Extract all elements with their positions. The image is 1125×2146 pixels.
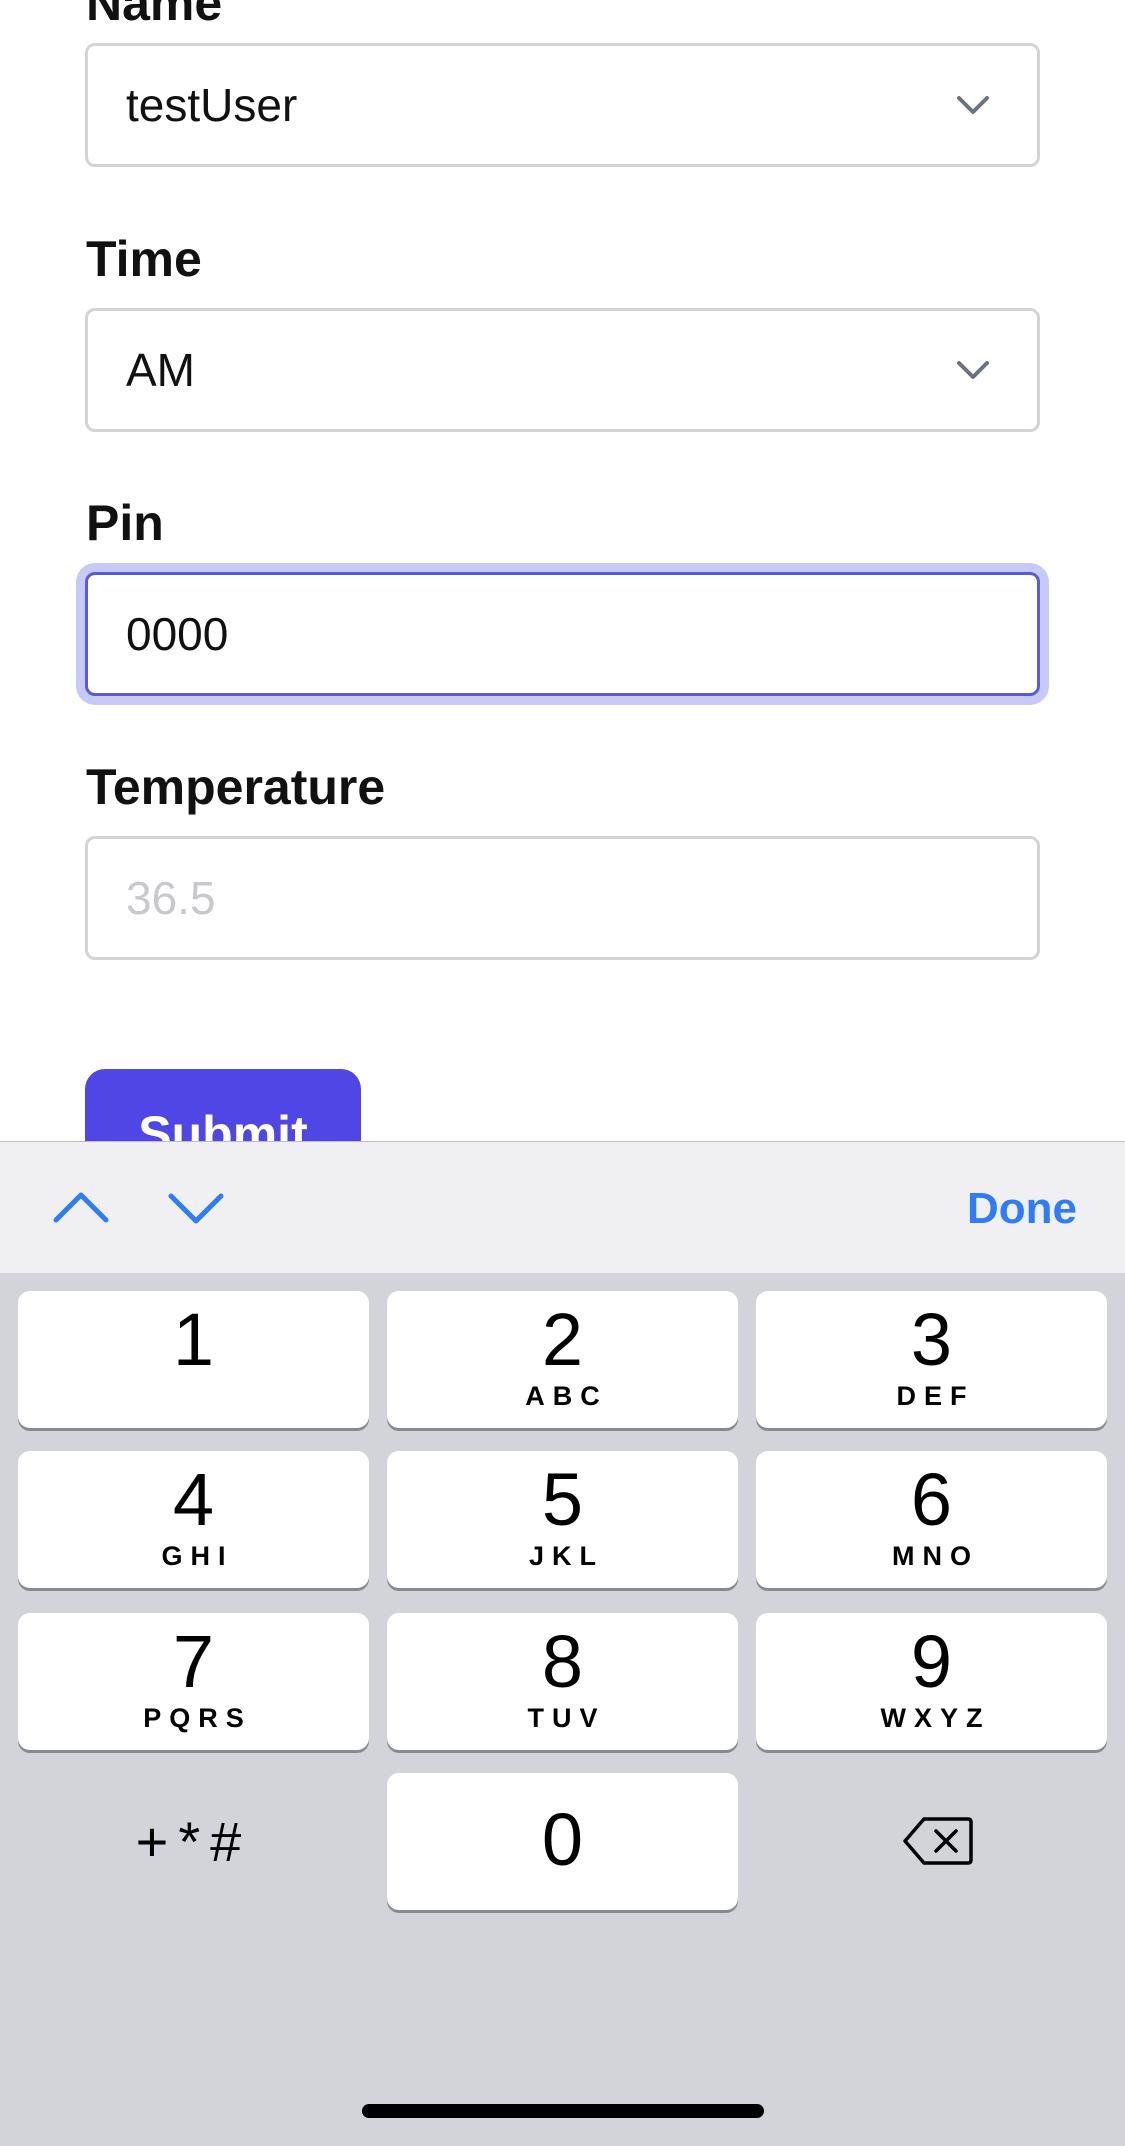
pin-input[interactable]: 0000 <box>85 572 1040 696</box>
time-select[interactable]: AM <box>85 308 1040 432</box>
home-indicator <box>362 2104 764 2118</box>
chevron-down-icon[interactable] <box>161 1172 231 1242</box>
key-digit: 8 <box>541 1620 584 1703</box>
key-3[interactable]: 3 DEF <box>756 1291 1107 1428</box>
key-1[interactable]: 1 <box>18 1291 369 1428</box>
key-letters: MNO <box>892 1541 979 1571</box>
pin-input-value: 0000 <box>126 608 229 660</box>
delete-key[interactable] <box>756 1773 1107 1910</box>
key-9[interactable]: 9 WXYZ <box>756 1613 1107 1750</box>
key-digit: 2 <box>541 1298 584 1381</box>
numeric-keypad: 1 2 ABC 3 DEF 4 GHI 5 JKL 6 MNO 7 PQRS 8… <box>0 1273 1125 2146</box>
key-digit: 9 <box>910 1620 953 1703</box>
temperature-input[interactable]: 36.5 <box>85 836 1040 960</box>
app-screen: Name testUser Time AM Pin 0000 Temperatu… <box>0 0 1125 2146</box>
key-letters: JKL <box>528 1541 604 1571</box>
key-digit: 7 <box>172 1620 215 1703</box>
key-letters: WXYZ <box>880 1703 991 1733</box>
key-2[interactable]: 2 ABC <box>387 1291 738 1428</box>
done-button[interactable]: Done <box>967 1142 1077 1274</box>
key-5[interactable]: 5 JKL <box>387 1451 738 1588</box>
submit-button-label: Submit <box>138 1106 308 1141</box>
key-letters: ABC <box>525 1381 608 1411</box>
key-digit: 3 <box>910 1298 953 1381</box>
pin-label: Pin <box>86 495 164 551</box>
chevron-down-icon <box>957 361 989 379</box>
keyboard-accessory-bar: Done <box>0 1141 1125 1273</box>
name-label: Name <box>86 0 223 31</box>
name-select-value: testUser <box>126 79 298 131</box>
name-select[interactable]: testUser <box>85 43 1040 167</box>
backspace-icon <box>903 1817 973 1865</box>
key-letters: GHI <box>161 1541 234 1571</box>
key-7[interactable]: 7 PQRS <box>18 1613 369 1750</box>
submit-button[interactable]: Submit <box>85 1069 361 1141</box>
key-0[interactable]: 0 <box>387 1773 738 1910</box>
time-select-value: AM <box>126 344 195 396</box>
temperature-input-placeholder: 36.5 <box>126 872 216 924</box>
key-6[interactable]: 6 MNO <box>756 1451 1107 1588</box>
symbols-key[interactable]: +*# <box>18 1773 369 1910</box>
key-letters: TUV <box>527 1703 606 1733</box>
key-digit: 1 <box>172 1298 215 1381</box>
key-4[interactable]: 4 GHI <box>18 1451 369 1588</box>
key-letters: PQRS <box>143 1703 252 1733</box>
key-digit: 4 <box>172 1458 215 1541</box>
key-digit: 0 <box>541 1798 584 1881</box>
key-digit: 6 <box>910 1458 953 1541</box>
key-digit: 5 <box>541 1458 584 1541</box>
time-label: Time <box>86 231 202 287</box>
temperature-label: Temperature <box>86 759 386 815</box>
key-8[interactable]: 8 TUV <box>387 1613 738 1750</box>
key-letters: DEF <box>896 1381 975 1411</box>
form: Name testUser Time AM Pin 0000 Temperatu… <box>0 0 1125 1141</box>
chevron-up-icon[interactable] <box>46 1172 116 1242</box>
chevron-down-icon <box>957 96 989 114</box>
